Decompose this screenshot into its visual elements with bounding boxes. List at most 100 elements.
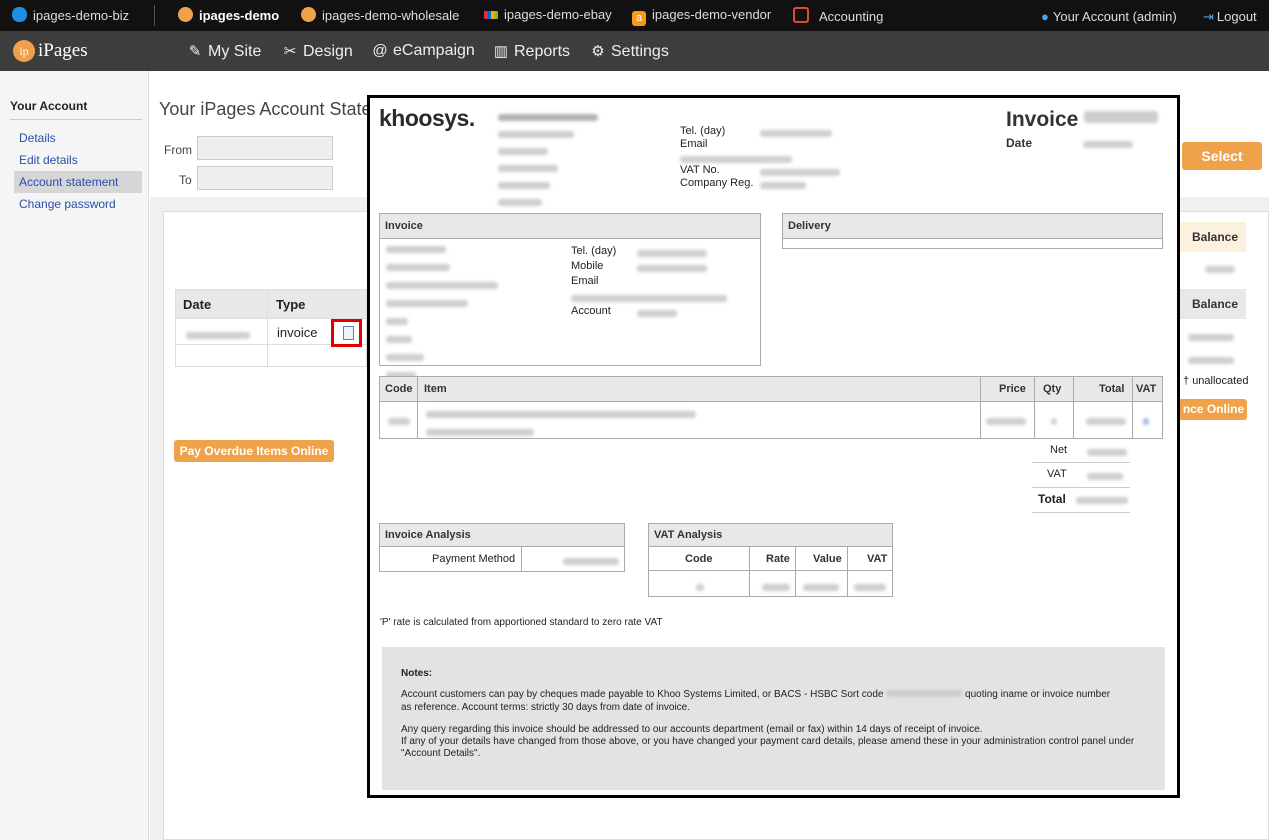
company-tel-blurred — [760, 128, 832, 140]
sidebar-item-account-statement[interactable]: Account statement — [14, 171, 142, 193]
customer-account-blurred — [637, 308, 677, 320]
p-rate-note: 'P' rate is calculated from apportioned … — [380, 617, 663, 628]
totals-vat-label: VAT — [1047, 468, 1067, 480]
balance-header-summary: Balance — [1180, 222, 1246, 252]
ipages-logo-icon — [178, 7, 193, 22]
nav-ecampaign[interactable]: @ eCampaign — [371, 42, 474, 60]
amazon-icon: a — [632, 11, 646, 26]
notes-query-line: Any query regarding this invoice should … — [401, 724, 983, 735]
items-header-item: Item — [424, 383, 447, 395]
column-header-type: Type — [276, 297, 306, 312]
divider — [795, 546, 796, 597]
sidebar-item-change-password[interactable]: Change password — [14, 193, 142, 215]
items-header-vat: VAT — [1136, 383, 1157, 395]
vat-header-vat: VAT — [867, 553, 888, 565]
divider — [847, 546, 848, 597]
items-header-code: Code — [385, 383, 413, 395]
pay-overdue-button[interactable]: Pay Overdue Items Online — [174, 440, 334, 462]
totals-net-blurred — [1087, 447, 1127, 459]
page-title: Your iPages Account State — [159, 99, 372, 119]
item-price-blurred — [986, 416, 1026, 428]
invoice-date-blurred — [1083, 139, 1133, 151]
pay-online-button[interactable]: nce Online — [1180, 399, 1247, 420]
notes-payment-line: Account customers can pay by cheques mad… — [401, 689, 1111, 700]
bar-chart-icon: ▥ — [493, 43, 509, 60]
select-button[interactable]: Select — [1182, 142, 1262, 170]
vat-header-value: Value — [813, 553, 842, 565]
invoice-date-label: Date — [1006, 136, 1033, 150]
site-ipages-demo-ebay[interactable]: ipages-demo-ebay — [484, 7, 612, 22]
ipages-logo[interactable]: ip iPages — [13, 40, 88, 62]
unallocated-note: † unallocated — [1183, 375, 1249, 387]
info-icon: † — [1183, 375, 1193, 387]
totals-net-label: Net — [1050, 444, 1068, 456]
site-ipages-demo[interactable]: ipages-demo — [178, 7, 279, 23]
divider — [648, 570, 893, 571]
customer-mobile-blurred — [637, 263, 707, 275]
notes-details-line: If any of your details have changed from… — [401, 736, 1135, 747]
sidebar-item-details[interactable]: Details — [14, 127, 142, 149]
sidebar-title: Your Account — [10, 99, 88, 113]
divider — [417, 376, 418, 439]
divider — [1132, 376, 1133, 439]
divider — [10, 119, 142, 120]
to-date-input[interactable] — [197, 166, 333, 190]
row-balance-blurred — [1188, 352, 1234, 367]
sidebar: Your Account Details Edit details Accoun… — [0, 71, 149, 840]
your-account-link[interactable]: ● Your Account (admin) — [1041, 9, 1177, 24]
at-sign-icon: @ — [372, 42, 388, 59]
invoice-analysis-title: Invoice Analysis — [380, 524, 624, 547]
company-vat-blurred — [760, 167, 840, 179]
row-balance-blurred — [1188, 329, 1234, 344]
company-tel-label: Tel. (day) — [680, 125, 726, 137]
totals-total-blurred — [1076, 495, 1128, 507]
site-ipages-demo-wholesale[interactable]: ipages-demo-wholesale — [301, 7, 459, 23]
nav-my-site[interactable]: ✎ My Site — [186, 42, 262, 61]
customer-tel-blurred — [637, 248, 707, 260]
accounting-icon — [793, 7, 809, 23]
divider — [521, 546, 522, 572]
site-accounting[interactable]: Accounting — [793, 7, 883, 24]
notes-title: Notes: — [401, 668, 433, 679]
item-code-blurred — [388, 416, 410, 428]
nav-design[interactable]: ✂ Design — [281, 42, 353, 61]
to-label: To — [179, 173, 192, 187]
vat-row-vat-blurred — [854, 582, 886, 594]
vat-header-code: Code — [685, 553, 713, 565]
ipages-logo-icon — [301, 7, 316, 22]
main-nav: ip iPages ✎ My Site ✂ Design @ eCampaign ▥ Re… — [0, 31, 1269, 71]
edit-page-icon: ✎ — [188, 43, 202, 60]
company-reg-blurred — [760, 180, 806, 192]
nav-settings[interactable]: ⚙ Settings — [589, 42, 669, 61]
items-header-total: Total — [1099, 383, 1125, 395]
vat-row-code-blurred — [696, 582, 704, 594]
customer-tel-label: Tel. (day) — [571, 245, 617, 257]
divider — [1032, 487, 1130, 488]
divider — [980, 376, 981, 439]
row-type: invoice — [277, 325, 318, 340]
from-date-input[interactable] — [197, 136, 333, 160]
item-qty-blurred — [1051, 416, 1057, 428]
divider — [1073, 376, 1074, 439]
company-address-blurred — [498, 112, 598, 226]
items-header-price: Price — [999, 383, 1026, 395]
invoice-document-button[interactable] — [331, 319, 362, 347]
site-ipages-demo-vendor[interactable]: a ipages-demo-vendor — [632, 7, 771, 26]
gear-icon: ⚙ — [591, 43, 605, 60]
customer-email-blurred — [571, 293, 727, 305]
divider — [154, 5, 155, 26]
totals-vat-blurred — [1087, 471, 1123, 483]
balance-header-table: Balance — [1180, 289, 1246, 319]
site-ipages-demo-biz[interactable]: ipages-demo-biz — [12, 7, 129, 23]
customer-email-label: Email — [571, 275, 599, 287]
sidebar-item-edit-details[interactable]: Edit details — [14, 149, 142, 171]
customer-account-label: Account — [571, 305, 611, 317]
items-header-qty: Qty — [1043, 383, 1062, 395]
nav-reports[interactable]: ▥ Reports — [492, 42, 570, 61]
vat-row-rate-blurred — [762, 582, 790, 594]
column-header-date: Date — [183, 297, 212, 312]
vat-analysis-title: VAT Analysis — [649, 524, 892, 547]
logout-link[interactable]: ⇥ Logout — [1203, 9, 1257, 25]
payment-method-blurred — [563, 556, 619, 568]
invoice-box-title: Invoice — [380, 214, 760, 239]
